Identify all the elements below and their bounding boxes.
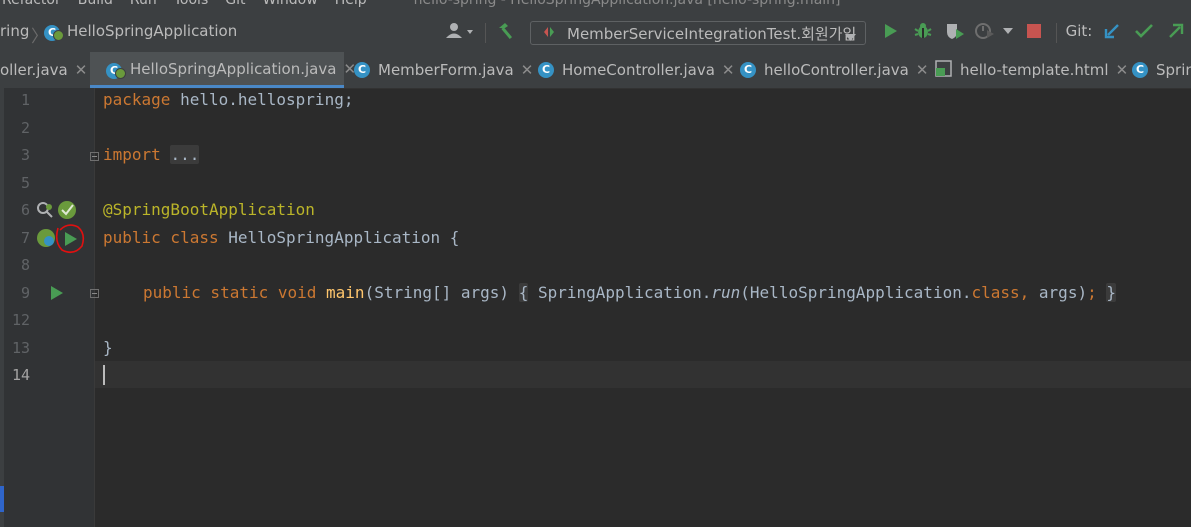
breadcrumb-file-label: HelloSpringApplication — [67, 22, 238, 40]
tab-label: helloController.java — [764, 61, 909, 79]
more-run-options-chevron-icon[interactable] — [1000, 10, 1016, 52]
breadcrumb-file[interactable]: C HelloSpringApplication — [44, 10, 237, 52]
run-main-icon[interactable] — [50, 285, 64, 305]
git-update-arrow-icon[interactable] — [1100, 10, 1124, 52]
breadcrumb-project-label: ring — [0, 22, 30, 40]
git-label: Git: — [1065, 22, 1093, 40]
navigation-bar: ring 〉 C HelloSpringApplication MemberSe… — [0, 10, 1191, 53]
line-number: 6 — [20, 201, 30, 219]
line-number: 8 — [20, 256, 30, 274]
menu-bar: Refactor Build Run Tools Git Window Help… — [0, 0, 1191, 10]
run-icon[interactable] — [878, 10, 904, 52]
java-class-icon: C — [740, 62, 756, 78]
code-line-6: @SpringBootApplication — [103, 200, 315, 219]
build-hammer-icon[interactable] — [492, 10, 520, 52]
user-icon[interactable] — [442, 10, 478, 52]
tab-controller-java[interactable]: oller.java ✕ — [0, 52, 90, 88]
java-class-icon: C — [1132, 62, 1148, 78]
line-number: 3 — [20, 146, 30, 164]
menu-tools[interactable]: Tools — [174, 0, 209, 8]
tab-label: HomeController.java — [562, 61, 715, 79]
code-line-13: } — [103, 338, 113, 357]
code-line-7: public class HelloSpringApplication { — [103, 228, 460, 247]
profiler-icon[interactable] — [972, 10, 998, 52]
tab-memberform-java[interactable]: C MemberForm.java ✕ — [354, 52, 533, 88]
highlight-circle-annotation — [52, 222, 88, 260]
code-editor[interactable]: package hello.hellospring; import ... @S… — [95, 88, 1191, 527]
text-caret — [103, 365, 105, 385]
git-push-arrow-icon[interactable] — [1164, 10, 1188, 52]
breadcrumb-project[interactable]: ring — [0, 10, 29, 52]
menu-run[interactable]: Run — [130, 0, 157, 8]
tab-spring-overflow[interactable]: C Sprin — [1132, 52, 1191, 88]
stop-icon[interactable] — [1022, 10, 1046, 52]
folded-imports[interactable]: ... — [170, 145, 200, 164]
line-number: 9 — [20, 284, 30, 302]
code-line-3: import ... — [103, 145, 200, 164]
chevron-down-icon — [845, 28, 856, 46]
line-number: 14 — [11, 366, 30, 384]
line-number: 1 — [20, 91, 30, 109]
menu-git[interactable]: Git — [225, 0, 245, 8]
run-config-label: MemberServiceIntegrationTest.회원가입 — [567, 24, 857, 43]
run-config-type-icon — [543, 24, 555, 42]
spring-class-icon: C — [44, 22, 64, 41]
tab-label: oller.java — [0, 61, 68, 79]
tab-hello-template-html[interactable]: hello-template.html ✕ — [935, 52, 1128, 88]
close-icon[interactable]: ✕ — [722, 61, 735, 79]
spring-bean-icon[interactable] — [57, 200, 77, 224]
close-icon[interactable]: ✕ — [916, 61, 929, 79]
menu-help[interactable]: Help — [335, 0, 367, 8]
line-number: 7 — [20, 229, 30, 247]
code-line-9: public static void main(String[] args) {… — [143, 283, 1116, 302]
tab-homecontroller-java[interactable]: C HomeController.java ✕ — [538, 52, 734, 88]
debug-bug-icon[interactable] — [910, 10, 936, 52]
spring-class-icon: C — [106, 60, 126, 79]
menu-refactor[interactable]: Refactor — [2, 0, 61, 8]
line-number: 12 — [11, 311, 30, 329]
tab-label: hello-template.html — [960, 61, 1109, 79]
window-title: hello-spring - HelloSpringApplication.ja… — [413, 0, 841, 8]
run-configuration-select[interactable]: MemberServiceIntegrationTest.회원가입 — [530, 21, 866, 45]
close-icon[interactable]: ✕ — [521, 61, 534, 79]
menu-window[interactable]: Window — [262, 0, 317, 8]
close-icon[interactable]: ✕ — [75, 61, 88, 79]
close-icon[interactable]: ✕ — [1116, 61, 1129, 79]
tab-label: Sprin — [1156, 61, 1191, 79]
run-with-coverage-icon[interactable] — [942, 10, 968, 52]
java-class-icon: C — [538, 62, 554, 78]
editor-tab-bar: oller.java ✕ C HelloSpringApplication.ja… — [0, 52, 1191, 89]
current-line-highlight — [95, 361, 1191, 388]
menu-build[interactable]: Build — [78, 0, 113, 8]
find-usages-icon[interactable] — [36, 201, 54, 223]
line-number: 5 — [20, 174, 30, 192]
html-file-icon — [935, 59, 952, 81]
editor-gutter: 1 2 3 5 6 7 8 9 12 13 14 — [4, 88, 99, 527]
code-line-1: package hello.hellospring; — [103, 90, 354, 109]
tab-label: HelloSpringApplication.java — [130, 59, 337, 78]
tab-hellospringapplication-java[interactable]: C HelloSpringApplication.java ✕ — [90, 52, 356, 88]
java-class-icon: C — [354, 62, 370, 78]
tab-label: MemberForm.java — [378, 61, 514, 79]
git-commit-check-icon[interactable] — [1132, 10, 1156, 52]
line-number: 13 — [11, 339, 30, 357]
line-number: 2 — [20, 119, 30, 137]
tab-hellocontroller-java[interactable]: C helloController.java ✕ — [740, 52, 928, 88]
